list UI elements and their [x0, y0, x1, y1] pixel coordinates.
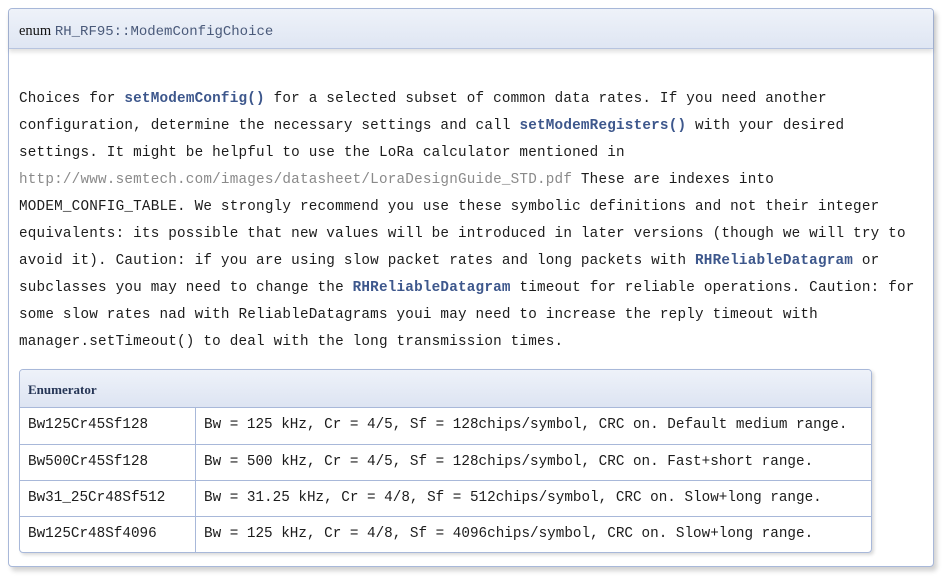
description-text: subclasses you may need to change the	[19, 280, 353, 296]
enumerator-name: Bw31_25Cr48Sf512	[20, 481, 196, 516]
description-line: avoid it). Caution: if you are using slo…	[19, 248, 923, 275]
enum-doc-block: enum RH_RF95::ModemConfigChoice Choices …	[8, 8, 934, 567]
table-row: Bw31_25Cr48Sf512 Bw = 31.25 kHz, Cr = 4/…	[20, 480, 871, 516]
enumerator-description: Bw = 31.25 kHz, Cr = 4/8, Sf = 512chips/…	[204, 490, 822, 506]
description-text: configuration, determine the necessary s…	[19, 118, 520, 134]
enum-keyword: enum	[19, 23, 52, 39]
table-row: Bw125Cr45Sf128 Bw = 125 kHz, Cr = 4/5, S…	[20, 408, 871, 444]
description-line: subclasses you may need to change the RH…	[19, 275, 923, 302]
enumerator-description: Bw = 500 kHz, Cr = 4/5, Sf = 128chips/sy…	[204, 454, 814, 470]
description-text: equivalents: its possible that new value…	[19, 226, 906, 242]
enum-name: RH_RF95::ModemConfigChoice	[54, 24, 274, 40]
description-line: MODEM_CONFIG_TABLE. We strongly recommen…	[19, 194, 923, 221]
description-paragraph: Choices for setModemConfig() for a selec…	[19, 86, 923, 356]
enumerator-description: Bw = 125 kHz, Cr = 4/8, Sf = 4096chips/s…	[204, 526, 814, 542]
code-link[interactable]: RHReliableDatagram	[353, 280, 511, 296]
code-link[interactable]: setModemRegisters()	[519, 118, 686, 134]
description-text: MODEM_CONFIG_TABLE. We strongly recommen…	[19, 199, 880, 215]
code-link[interactable]: setModemConfig()	[124, 91, 264, 107]
description-text: some slow rates nad with ReliableDatagra…	[19, 307, 818, 323]
description-line: some slow rates nad with ReliableDatagra…	[19, 302, 923, 329]
enum-description: Choices for setModemConfig() for a selec…	[9, 49, 933, 356]
enumerator-table-header: Enumerator	[20, 370, 871, 408]
description-text: or	[853, 253, 880, 269]
enum-prototype-header: enum RH_RF95::ModemConfigChoice	[9, 9, 933, 49]
description-text: timeout for reliable operations. Caution…	[510, 280, 915, 296]
table-row: Bw500Cr45Sf128 Bw = 500 kHz, Cr = 4/5, S…	[20, 444, 871, 480]
enumerator-name: Bw125Cr45Sf128	[20, 408, 196, 444]
description-line: equivalents: its possible that new value…	[19, 221, 923, 248]
description-text: manager.setTimeout() to deal with the lo…	[19, 334, 564, 350]
description-text: avoid it). Caution: if you are using slo…	[19, 253, 696, 269]
enumerator-table-body: Bw125Cr45Sf128 Bw = 125 kHz, Cr = 4/5, S…	[20, 408, 871, 552]
code-link[interactable]: RHReliableDatagram	[695, 253, 853, 269]
description-line: configuration, determine the necessary s…	[19, 113, 923, 140]
enumerator-description: Bw = 125 kHz, Cr = 4/5, Sf = 128chips/sy…	[204, 417, 848, 433]
description-text: Choices for	[19, 91, 125, 107]
description-line: manager.setTimeout() to deal with the lo…	[19, 329, 923, 356]
table-row: Bw125Cr48Sf4096 Bw = 125 kHz, Cr = 4/8, …	[20, 516, 871, 552]
description-line: http://www.semtech.com/images/datasheet/…	[19, 167, 923, 194]
url-link[interactable]: http://www.semtech.com/images/datasheet/…	[19, 172, 572, 188]
description-text: settings. It might be helpful to use the…	[19, 145, 625, 161]
enumerator-table: Enumerator Bw125Cr45Sf128 Bw = 125 kHz, …	[19, 369, 872, 553]
description-line: settings. It might be helpful to use the…	[19, 140, 923, 167]
description-text: for a selected subset of common data rat…	[264, 91, 827, 107]
description-text: These are indexes into	[572, 172, 775, 188]
description-line: Choices for setModemConfig() for a selec…	[19, 86, 923, 113]
enumerator-name: Bw125Cr48Sf4096	[20, 517, 196, 552]
description-text: with your desired	[686, 118, 845, 134]
enumerator-name: Bw500Cr45Sf128	[20, 445, 196, 480]
